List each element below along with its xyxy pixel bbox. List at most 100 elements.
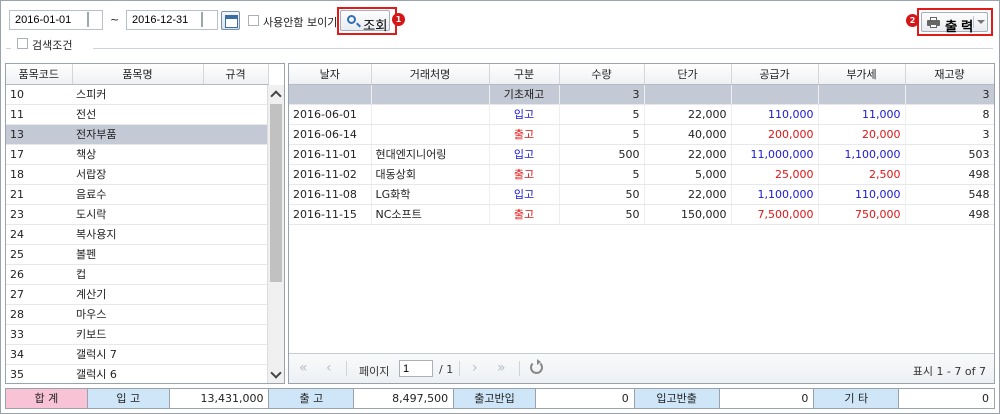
calendar-picker-button[interactable] [221,11,240,30]
opening-stock-qty: 3 [559,84,645,105]
item-row[interactable]: 28 마우스 [6,304,268,325]
ledger-vat-cell: 1,100,000 [818,144,906,165]
ledger-supply-cell: 11,000,000 [731,144,819,165]
column-header-supply[interactable]: 공급가 [731,64,819,85]
item-row[interactable]: 13 전자부품 [6,124,268,145]
item-row[interactable]: 33 키보드 [6,324,268,345]
item-row[interactable]: 26 컵 [6,264,268,285]
opening-stock-row[interactable]: 기초재고 3 3 [289,84,994,105]
ledger-date-cell: 2016-06-14 [289,124,372,145]
ledger-vendor-cell [371,124,490,145]
ledger-vendor-cell: 대동상회 [371,164,490,185]
ledger-vendor-cell [371,104,490,125]
ledger-date-cell: 2016-06-01 [289,104,372,125]
summary-in-return-value: 0 [719,389,815,408]
ledger-price-cell: 22,000 [644,104,732,125]
item-row[interactable]: 11 전선 [6,104,268,125]
display-range-info: 표시 1 - 7 of 7 [912,365,986,378]
page-number-input[interactable] [399,360,433,377]
summary-etc-value: 0 [899,389,995,408]
date-range-separator: ~ [110,13,120,26]
ledger-qty-cell: 50 [559,184,645,205]
refresh-icon[interactable] [530,359,543,374]
ledger-header: 날자 거래처명 구분 수량 단가 공급가 부가세 재고량 [289,64,994,85]
column-header-item-name[interactable]: 품목명 [72,64,204,85]
ledger-stock-cell: 498 [905,164,994,185]
item-spec-cell [203,184,268,205]
calendar-grid-icon[interactable] [201,12,215,27]
ledger-supply-cell: 110,000 [731,104,819,125]
item-row[interactable]: 27 계산기 [6,284,268,305]
next-page-icon[interactable]: › [472,361,478,375]
column-header-qty[interactable]: 수량 [559,64,645,85]
calendar-grid-icon[interactable] [87,12,101,27]
ledger-price-cell: 40,000 [644,124,732,145]
item-spec-cell [203,144,268,165]
item-row[interactable]: 21 음료수 [6,184,268,205]
item-code-cell: 25 [6,244,72,265]
ledger-qty-cell: 5 [559,164,645,185]
ledger-qty-cell: 500 [559,144,645,165]
ledger-row[interactable]: 2016-11-15 NC소프트 출고 50 150,000 7,500,000 750,0… [289,204,994,225]
column-header-unit-price[interactable]: 단가 [644,64,732,85]
ledger-vendor-cell: LG화학 [371,184,490,205]
item-code-cell: 21 [6,184,72,205]
item-row[interactable]: 35 갤럭시 6 [6,364,268,383]
summary-in-return-label: 입고반출 [634,389,720,408]
last-page-icon[interactable]: » [497,361,506,375]
first-page-icon[interactable]: « [299,361,308,375]
item-row[interactable]: 10 스피커 [6,84,268,105]
item-row[interactable]: 18 서랍장 [6,164,268,185]
ledger-row[interactable]: 2016-11-08 LG화학 입고 50 22,000 1,100,000 110,000… [289,184,994,205]
item-row[interactable]: 34 갤럭시 7 [6,344,268,365]
item-spec-cell [203,164,268,185]
item-list-scrollbar[interactable] [267,85,284,383]
item-name-cell: 볼펜 [72,244,203,265]
ledger-row[interactable]: 2016-11-02 대동상회 출고 5 5,000 25,000 2,500 498 [289,164,994,185]
ledger-row[interactable]: 2016-11-01 현대엔지니어링 입고 500 22,000 11,000,000 1,… [289,144,994,165]
item-row[interactable]: 23 도시락 [6,204,268,225]
column-header-stock[interactable]: 재고량 [905,64,994,85]
item-name-cell: 계산기 [72,284,203,305]
scroll-up-icon[interactable] [268,85,284,102]
item-spec-cell [203,344,268,365]
printer-icon [927,17,940,28]
show-unused-checkbox[interactable] [248,15,259,26]
chevron-down-icon[interactable] [977,20,985,24]
item-name-cell: 책상 [72,144,203,165]
item-spec-cell [203,244,268,265]
column-header-date[interactable]: 날자 [289,64,372,85]
ledger-row[interactable]: 2016-06-14 출고 5 40,000 200,000 20,000 3 [289,124,994,145]
scrollbar-thumb[interactable] [270,104,282,282]
ledger-vat-cell: 11,000 [818,104,906,125]
item-name-cell: 갤럭시 6 [72,364,203,383]
item-row[interactable]: 25 볼펜 [6,244,268,265]
ledger-vat-cell: 2,500 [818,164,906,185]
column-header-spec[interactable]: 규격 [203,64,269,85]
opening-stock-balance: 3 [905,84,994,105]
ledger-price-cell: 150,000 [644,204,732,225]
item-row[interactable]: 17 책상 [6,144,268,165]
column-header-vat[interactable]: 부가세 [818,64,906,85]
scroll-down-icon[interactable] [268,366,284,383]
ledger-stock-cell: 548 [905,184,994,205]
callout-badge-2: 2 [906,14,919,27]
summary-in-label: 입 고 [87,389,170,408]
item-row[interactable]: 24 복사용지 [6,224,268,245]
prev-page-icon[interactable]: ‹ [326,361,332,375]
ledger-type-cell: 출고 [489,204,560,225]
item-spec-cell [203,264,268,285]
summary-in-value: 13,431,000 [169,389,270,408]
column-header-item-code[interactable]: 품목코드 [6,64,73,85]
ledger-type-cell: 입고 [489,104,560,125]
item-spec-cell [203,84,268,105]
pagination-bar: « ‹ 페이지 / 1 › » 표시 1 - 7 of 7 [289,353,994,383]
column-header-type[interactable]: 구분 [489,64,560,85]
search-button[interactable]: 조회 [340,10,390,33]
ledger-supply-cell: 1,100,000 [731,184,819,205]
print-button[interactable]: 출 력 [921,12,988,34]
ledger-date-cell: 2016-11-08 [289,184,372,205]
ledger-row[interactable]: 2016-06-01 입고 5 22,000 110,000 11,000 8 [289,104,994,125]
search-condition-checkbox[interactable] [17,38,28,49]
column-header-vendor[interactable]: 거래처명 [371,64,490,85]
